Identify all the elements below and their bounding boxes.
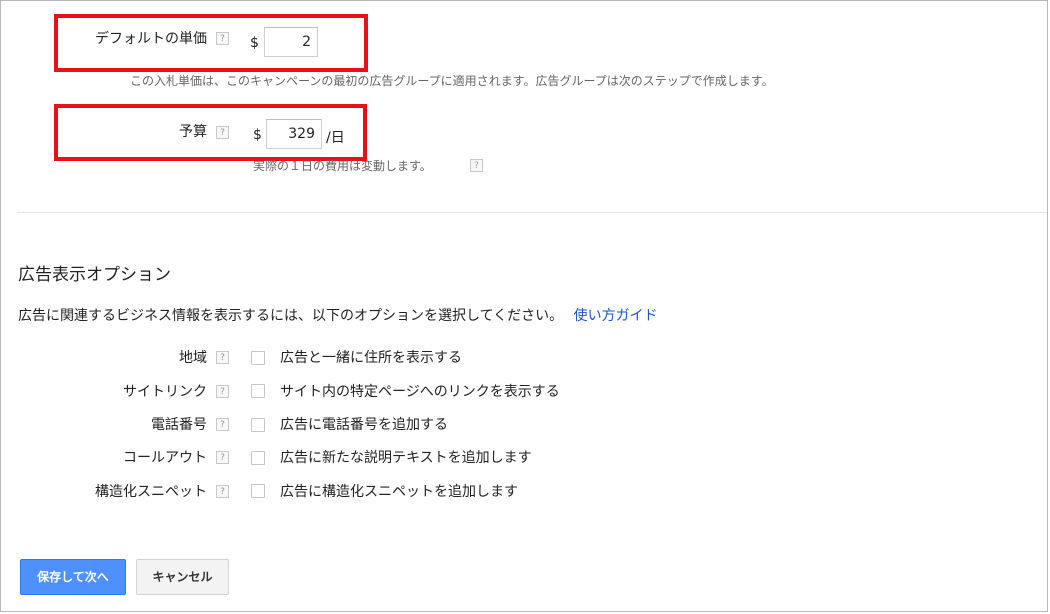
cancel-button[interactable]: キャンセル: [136, 559, 229, 595]
phone-option-text[interactable]: 広告に電話番号を追加する: [280, 414, 448, 434]
structured-snippets-option-text[interactable]: 広告に構造化スニペットを追加します: [280, 481, 518, 501]
callouts-option-text[interactable]: 広告に新たな説明テキストを追加します: [280, 447, 532, 467]
guide-link[interactable]: 使い方ガイド: [574, 308, 658, 324]
budget-hint-help-icon[interactable]: ?: [470, 159, 483, 172]
phone-checkbox[interactable]: [251, 418, 265, 432]
callouts-help-icon[interactable]: ?: [216, 451, 229, 464]
structured-snippets-help-icon[interactable]: ?: [216, 485, 229, 498]
option-label-callouts: コールアウト: [123, 450, 207, 466]
bid-help-icon[interactable]: ?: [216, 32, 229, 45]
sitelinks-help-icon[interactable]: ?: [216, 385, 229, 398]
callouts-checkbox[interactable]: [251, 451, 265, 465]
sitelinks-checkbox[interactable]: [251, 384, 265, 398]
option-label-location: 地域: [179, 350, 207, 366]
section-divider: [17, 212, 1047, 213]
location-help-icon[interactable]: ?: [216, 351, 229, 364]
budget-label: 予算: [179, 124, 207, 140]
budget-hint: 実際の１日の費用は変動します。: [253, 159, 432, 173]
phone-help-icon[interactable]: ?: [216, 418, 229, 431]
sitelinks-option-text[interactable]: サイト内の特定ページへのリンクを表示する: [280, 381, 560, 401]
bid-currency: $: [250, 35, 259, 51]
save-next-button[interactable]: 保存して次へ: [20, 559, 126, 595]
structured-snippets-checkbox[interactable]: [251, 484, 265, 498]
campaign-settings-panel: デフォルトの単価 ? $ この入札単価は、このキャンペーンの最初の広告グループに…: [0, 0, 1048, 612]
budget-currency: $: [253, 127, 262, 143]
bid-label: デフォルトの単価: [95, 31, 207, 47]
location-checkbox[interactable]: [251, 351, 265, 365]
bid-hint: この入札単価は、このキャンペーンの最初の広告グループに適用されます。広告グループ…: [130, 74, 774, 88]
budget-unit: /日: [326, 130, 345, 146]
budget-input[interactable]: [266, 119, 322, 149]
ad-options-description-text: 広告に関連するビジネス情報を表示するには、以下のオプションを選択してください。: [18, 308, 564, 324]
option-label-sitelinks: サイトリンク: [123, 384, 207, 400]
location-option-text[interactable]: 広告と一緒に住所を表示する: [280, 347, 462, 367]
ad-options-title: 広告表示オプション: [18, 265, 171, 285]
option-label-phone: 電話番号: [151, 417, 207, 433]
budget-help-icon[interactable]: ?: [216, 126, 229, 139]
bid-input[interactable]: [264, 27, 318, 57]
ad-options-description: 広告に関連するビジネス情報を表示するには、以下のオプションを選択してください。 …: [18, 305, 658, 325]
option-label-structured-snippets: 構造化スニペット: [95, 484, 207, 500]
